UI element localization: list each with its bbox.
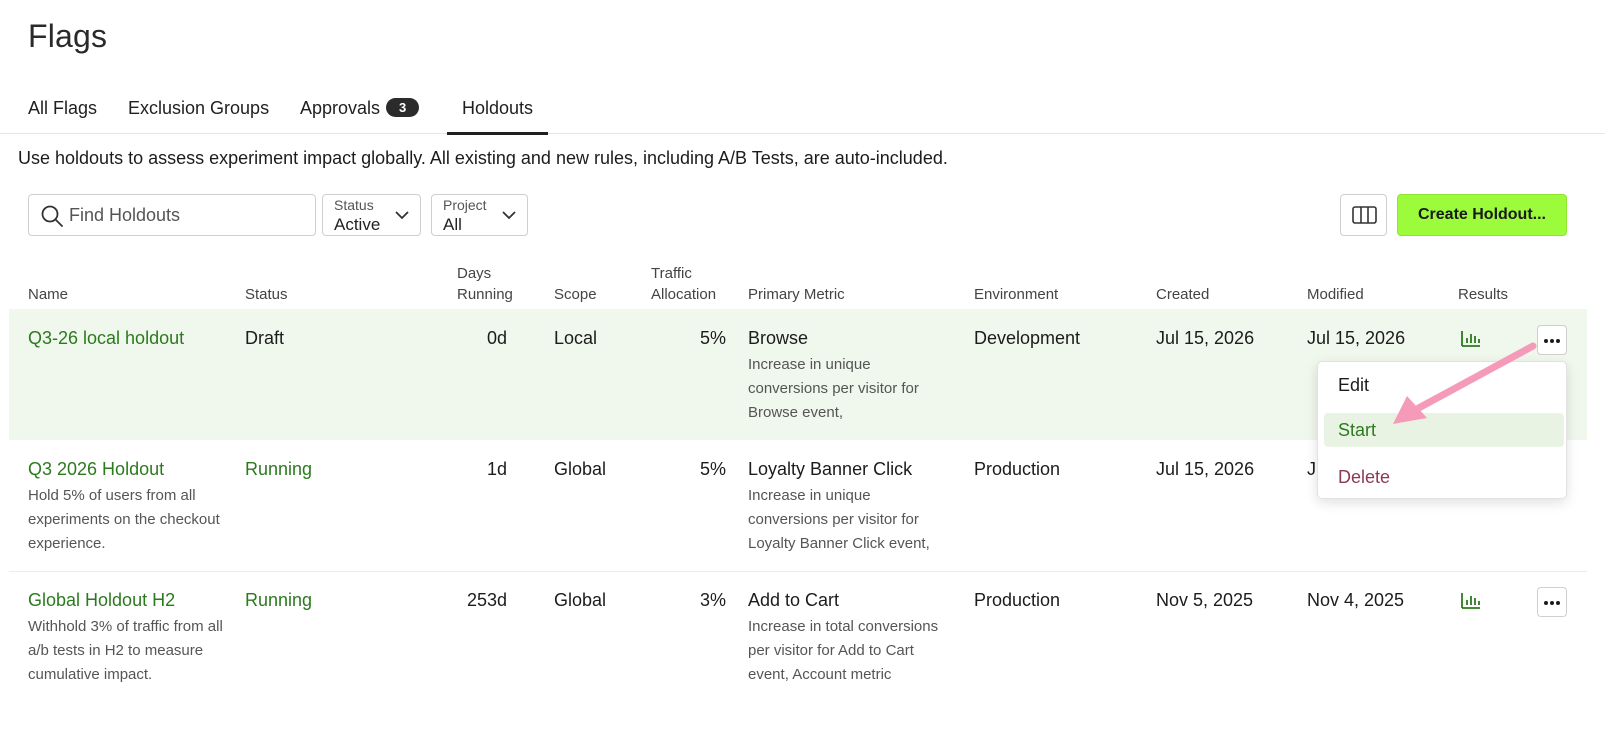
more-actions-button[interactable] xyxy=(1537,587,1567,617)
traffic-allocation: 5% xyxy=(699,328,726,348)
status-text: Running xyxy=(245,459,313,479)
search-box[interactable] xyxy=(28,194,316,236)
tab-holdouts[interactable]: Holdouts xyxy=(446,98,549,135)
dot xyxy=(1556,601,1560,605)
environment-text: Development xyxy=(974,328,1081,348)
modified-date: Nov 4, 2025 xyxy=(1307,590,1405,610)
tab-label: Approvals xyxy=(300,98,381,118)
holdout-description: Withhold 3% of traffic from all a/b test… xyxy=(28,618,223,683)
tab-label: Exclusion Groups xyxy=(128,98,270,118)
primary-metric-name: Browse xyxy=(748,328,809,348)
dot xyxy=(1556,339,1560,343)
primary-metric-cell: Loyalty Banner Click Increase in unique … xyxy=(748,459,953,556)
environment-text: Production xyxy=(974,459,1061,479)
tab-label: Holdouts xyxy=(462,98,534,118)
columns-icon xyxy=(1352,206,1377,224)
scope-text: Local xyxy=(554,328,598,348)
environment-text: Production xyxy=(974,590,1061,610)
header-scope[interactable]: Scope xyxy=(554,284,597,305)
project-filter-label: Project xyxy=(443,197,487,213)
holdout-name-cell: Q3 2026 Holdout Hold 5% of users from al… xyxy=(28,459,228,556)
header-traffic-allocation[interactable]: Traffic Allocation xyxy=(651,263,716,305)
chevron-down-icon xyxy=(395,211,409,220)
primary-metric-description: Increase in total conversions per visito… xyxy=(748,618,939,683)
primary-metric-cell: Add to Cart Increase in total conversion… xyxy=(748,590,958,687)
holdout-name-link[interactable]: Q3-26 local holdout xyxy=(28,328,184,348)
header-days-line2: Running xyxy=(457,286,513,303)
primary-metric-name: Loyalty Banner Click xyxy=(748,459,913,479)
primary-metric-description: Increase in unique conversions per visit… xyxy=(748,356,919,421)
primary-metric-cell: Browse Increase in unique conversions pe… xyxy=(748,328,948,425)
header-environment[interactable]: Environment xyxy=(974,284,1058,305)
created-date: Nov 5, 2025 xyxy=(1156,590,1254,610)
tab-bar: All Flags Exclusion Groups Approvals 3 Ho… xyxy=(0,90,1605,135)
header-traffic-line2: Allocation xyxy=(651,286,717,303)
menu-item-delete[interactable]: Delete xyxy=(1324,460,1564,494)
tab-all-flags[interactable]: All Flags xyxy=(28,98,97,134)
created-date: Jul 15, 2026 xyxy=(1156,459,1255,479)
status-text: Draft xyxy=(245,328,285,348)
modified-date: J xyxy=(1307,459,1316,479)
intro-text: Use holdouts to assess experiment impact… xyxy=(18,148,948,168)
bar-chart-icon[interactable] xyxy=(1460,590,1482,610)
approvals-count-badge: 3 xyxy=(386,98,420,117)
scope-text: Global xyxy=(554,459,607,479)
holdout-name-cell: Q3-26 local holdout xyxy=(28,328,228,349)
holdout-name-link[interactable]: Global Holdout H2 xyxy=(28,590,228,611)
header-primary-metric[interactable]: Primary Metric xyxy=(748,284,845,305)
tab-exclusion-groups[interactable]: Exclusion Groups xyxy=(128,98,269,134)
status-filter-value: Active xyxy=(334,215,381,234)
header-days-line1: Days xyxy=(457,265,492,282)
create-holdout-button[interactable]: Create Holdout... xyxy=(1397,194,1567,236)
annotation-arrow-icon xyxy=(1393,342,1537,424)
holdout-description: Hold 5% of users from all experiments on… xyxy=(28,487,220,552)
status-text: Running xyxy=(245,590,313,610)
dot xyxy=(1544,601,1548,605)
header-name[interactable]: Name xyxy=(28,284,68,305)
header-results: Results xyxy=(1458,286,1509,303)
days-running: 0d xyxy=(486,328,507,348)
header-traffic-line1: Traffic xyxy=(651,265,692,282)
header-status[interactable]: Status xyxy=(245,284,288,305)
days-running: 253d xyxy=(466,590,507,610)
page-title: Flags xyxy=(28,18,108,54)
traffic-allocation: 5% xyxy=(699,459,726,479)
dot xyxy=(1550,339,1554,343)
dot xyxy=(1550,601,1554,605)
search-icon xyxy=(41,205,63,227)
traffic-allocation: 3% xyxy=(699,590,726,610)
holdout-name-link[interactable]: Q3 2026 Holdout xyxy=(28,459,228,480)
tab-label: All Flags xyxy=(28,98,98,118)
primary-metric-name: Add to Cart xyxy=(748,590,840,610)
status-filter[interactable]: Status Active xyxy=(322,194,421,236)
project-filter[interactable]: Project All xyxy=(431,194,528,236)
primary-metric-description: Increase in unique conversions per visit… xyxy=(748,487,930,552)
scope-text: Global xyxy=(554,590,607,610)
tab-approvals[interactable]: Approvals 3 xyxy=(300,98,420,134)
chevron-down-icon xyxy=(502,211,516,220)
search-input[interactable] xyxy=(69,195,309,235)
status-filter-label: Status xyxy=(334,197,374,213)
header-created[interactable]: Created xyxy=(1156,284,1209,305)
header-modified[interactable]: Modified xyxy=(1307,284,1364,305)
columns-button[interactable] xyxy=(1340,194,1387,236)
project-filter-value: All xyxy=(443,215,462,234)
holdout-name-cell: Global Holdout H2 Withhold 3% of traffic… xyxy=(28,590,228,687)
header-days-running[interactable]: Days Running xyxy=(457,263,513,305)
days-running: 1d xyxy=(486,459,507,479)
created-date: Jul 15, 2026 xyxy=(1156,328,1255,348)
